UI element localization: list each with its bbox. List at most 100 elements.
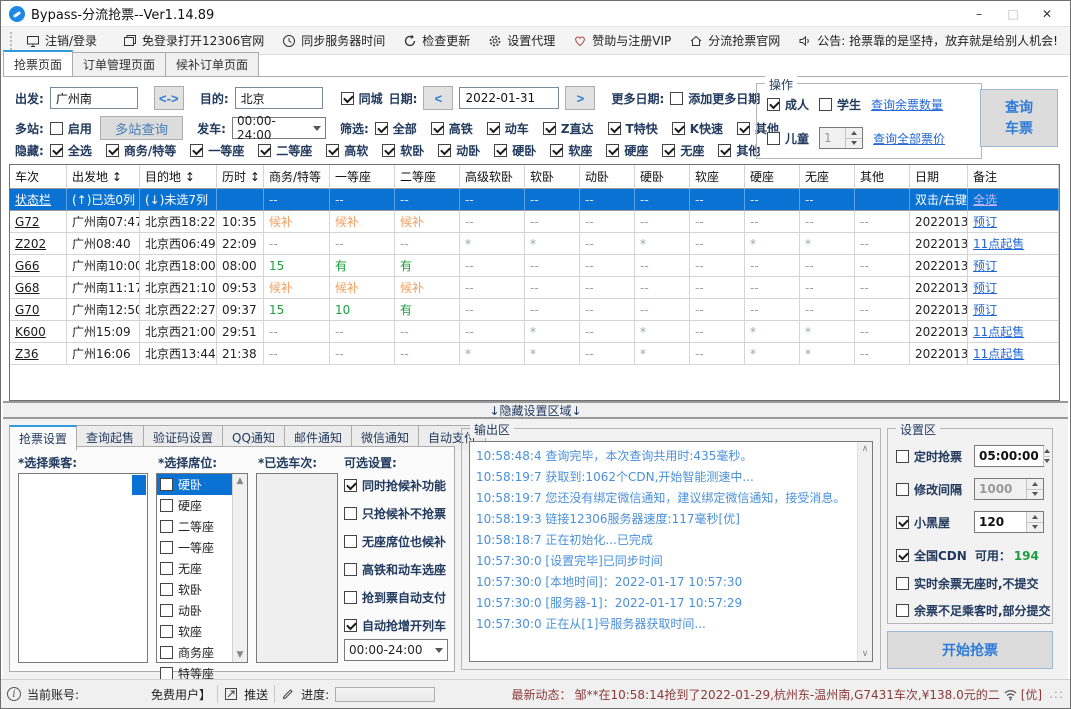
query-tickets-button[interactable]: 查询 车票 <box>980 89 1058 147</box>
cdn-checkbox[interactable] <box>896 549 909 562</box>
tab-订单管理页面[interactable]: 订单管理页面 <box>72 52 167 76</box>
same-city-checkbox[interactable]: 同城 <box>340 90 383 107</box>
setting-spinner[interactable]: 1000 <box>974 478 1044 500</box>
table-row[interactable]: K600 广州15:09 北京西21:00 29:51 -- -- -- -- * -- * -- * *… <box>10 321 1059 343</box>
resize-grip[interactable]: .:: <box>1049 687 1064 701</box>
train-number-link[interactable]: Z202 <box>15 237 46 251</box>
add-more-dates-checkbox[interactable]: 添加更多日期 <box>670 90 760 107</box>
booking-link[interactable]: 预订 <box>973 215 997 229</box>
hide-checkbox-全选[interactable]: 全选 <box>49 142 92 159</box>
multi-enable-checkbox[interactable]: 启用 <box>49 120 92 137</box>
booking-link[interactable]: 预订 <box>973 303 997 317</box>
hide-checkbox-软卧[interactable]: 软卧 <box>382 142 424 159</box>
seat-option-一等座[interactable]: 一等座 <box>157 537 232 558</box>
seat-option-软座[interactable]: 软座 <box>157 621 232 642</box>
table-header-cell[interactable]: 车次 <box>10 165 67 189</box>
toolbar-item-5[interactable]: 设置代理 <box>481 29 562 52</box>
passenger-listbox[interactable] <box>18 473 148 663</box>
table-header-cell[interactable]: 备注 <box>968 165 1059 189</box>
date-input[interactable] <box>459 87 560 109</box>
hide-checkbox-硬座[interactable]: 硬座 <box>606 142 648 159</box>
adult-checkbox[interactable]: 成人 <box>767 96 809 113</box>
table-header-cell[interactable]: 软卧 <box>525 165 580 189</box>
table-header-cell[interactable]: 目的地 ↕ <box>140 165 217 189</box>
table-header-cell[interactable]: 一等座 <box>330 165 395 189</box>
option-checkbox-自动抢增开列车[interactable]: 自动抢增开列车 <box>344 617 446 634</box>
minimize-button[interactable]: – <box>964 4 994 24</box>
filter-checkbox-动车[interactable]: 动车 <box>486 120 529 137</box>
toolbar-item-6[interactable]: 赞助与注册VIP <box>566 29 678 52</box>
hide-checkbox-其他[interactable]: 其他 <box>718 142 760 159</box>
train-number-link[interactable]: K600 <box>15 325 46 339</box>
same-city-checkbox-box[interactable] <box>340 91 354 105</box>
table-row[interactable]: Z36 广州16:06 北京西13:44 21:38 -- -- -- * * -- * -- * * --… <box>10 343 1059 365</box>
depart-time-dropdown[interactable]: 00:00-24:00 <box>231 114 326 142</box>
toolbar-item-3[interactable]: 同步服务器时间 <box>275 29 392 52</box>
child-count-spinner[interactable]: 1 <box>819 127 864 149</box>
start-grab-button[interactable]: 开始抢票 <box>887 631 1053 669</box>
setting-checkbox-余票不足乘客时,部分提交[interactable]: 余票不足乘客时,部分提交 <box>896 602 1051 619</box>
toolbar-item-4[interactable]: 检查更新 <box>396 29 477 52</box>
filter-checkbox-T特快[interactable]: T特快 <box>607 120 658 137</box>
seat-listbox[interactable]: 硬卧 硬座 二等座 一等座 无座 软卧 动卧 软座 商务座 特等座 ▲ ▼ <box>156 473 248 681</box>
status-bar-link[interactable]: 状态栏 <box>15 193 51 207</box>
date-next-button[interactable]: > <box>565 86 596 110</box>
train-number-link[interactable]: G72 <box>15 215 40 229</box>
tab-抢票页面[interactable]: 抢票页面 <box>3 50 74 76</box>
option-checkbox-同时抢候补功能[interactable]: 同时抢候补功能 <box>344 477 446 494</box>
hide-checkbox-动卧[interactable]: 动卧 <box>438 142 480 159</box>
output-scrollbar[interactable]: ∧ ∨ <box>857 442 872 661</box>
swap-stations-button[interactable]: <-> <box>153 86 184 110</box>
table-header-cell[interactable]: 其他 <box>855 165 910 189</box>
hide-checkbox-软座[interactable]: 软座 <box>550 142 592 159</box>
query-prices-link[interactable]: 查询全部票价 <box>873 130 945 147</box>
selected-trains-box[interactable] <box>256 473 338 663</box>
seat-option-硬座[interactable]: 硬座 <box>157 495 232 516</box>
filter-checkbox-K快速[interactable]: K快速 <box>671 120 723 137</box>
seat-option-商务座[interactable]: 商务座 <box>157 642 232 663</box>
seat-option-硬卧[interactable]: 硬卧 <box>157 474 232 495</box>
output-log[interactable]: ∧ ∨ 10:58:48:4 查询完毕，本次查询共用时:435毫秒。 10:58:1… <box>469 441 873 662</box>
setting-checkbox-实时余票无座时,不提交[interactable]: 实时余票无座时,不提交 <box>896 575 1044 592</box>
table-header-cell[interactable]: 日期 <box>910 165 968 189</box>
booking-link[interactable]: 11点起售 <box>973 237 1024 251</box>
seat-option-软卧[interactable]: 软卧 <box>157 579 232 600</box>
seat-option-无座[interactable]: 无座 <box>157 558 232 579</box>
option-checkbox-高铁和动车选座[interactable]: 高铁和动车选座 <box>344 561 446 578</box>
booking-link[interactable]: 预订 <box>973 281 997 295</box>
booking-link[interactable]: 11点起售 <box>973 347 1024 361</box>
hide-checkbox-二等座[interactable]: 二等座 <box>258 142 312 159</box>
table-header-cell[interactable]: 软座 <box>690 165 745 189</box>
seat-option-动卧[interactable]: 动卧 <box>157 600 232 621</box>
tab-候补订单页面[interactable]: 候补订单页面 <box>165 52 260 76</box>
option-checkbox-无座席位也候补[interactable]: 无座席位也候补 <box>344 533 446 550</box>
table-header-cell[interactable]: 二等座 <box>395 165 460 189</box>
table-header-cell[interactable]: 出发地 ↕ <box>67 165 140 189</box>
table-header-cell[interactable]: 硬卧 <box>635 165 690 189</box>
select-all-link[interactable]: 全选 <box>973 193 997 207</box>
setting-spinner[interactable]: 120 <box>974 511 1044 533</box>
hide-checkbox-一等座[interactable]: 一等座 <box>190 142 244 159</box>
booking-link[interactable]: 预订 <box>973 259 997 273</box>
multi-query-button[interactable]: 多站查询 <box>99 116 184 140</box>
filter-checkbox-高铁[interactable]: 高铁 <box>430 120 473 137</box>
booking-link[interactable]: 11点起售 <box>973 325 1024 339</box>
student-checkbox[interactable]: 学生 <box>819 96 861 113</box>
push-label[interactable]: 推送 <box>244 686 268 703</box>
table-header-cell[interactable]: 硬座 <box>745 165 800 189</box>
train-number-link[interactable]: G66 <box>15 259 40 273</box>
hide-checkbox-高软[interactable]: 高软 <box>326 142 368 159</box>
table-status-row[interactable]: 状态栏 (↑)已选0列 (↓)未选7列 -- -- -- -- -- -- -- -- -- -- 双击/… <box>10 189 1059 211</box>
train-number-link[interactable]: G70 <box>15 303 40 317</box>
option-checkbox-只抢候补不抢票[interactable]: 只抢候补不抢票 <box>344 505 446 522</box>
option-checkbox-抢到票自动支付[interactable]: 抢到票自动支付 <box>344 589 446 606</box>
table-row[interactable]: G70 广州南12:50 北京西22:27 09:37 15 10 有 -- -- -- -- -- -… <box>10 299 1059 321</box>
table-header-cell[interactable]: 无座 <box>800 165 855 189</box>
train-number-link[interactable]: Z36 <box>15 347 39 361</box>
dest-input[interactable] <box>234 87 323 109</box>
table-header-cell[interactable]: 高级软卧 <box>460 165 525 189</box>
hide-checkbox-无座[interactable]: 无座 <box>662 142 704 159</box>
filter-checkbox-全部[interactable]: 全部 <box>374 120 417 137</box>
toolbar-item-7[interactable]: 分流抢票官网 <box>682 29 787 52</box>
train-number-link[interactable]: G68 <box>15 281 40 295</box>
